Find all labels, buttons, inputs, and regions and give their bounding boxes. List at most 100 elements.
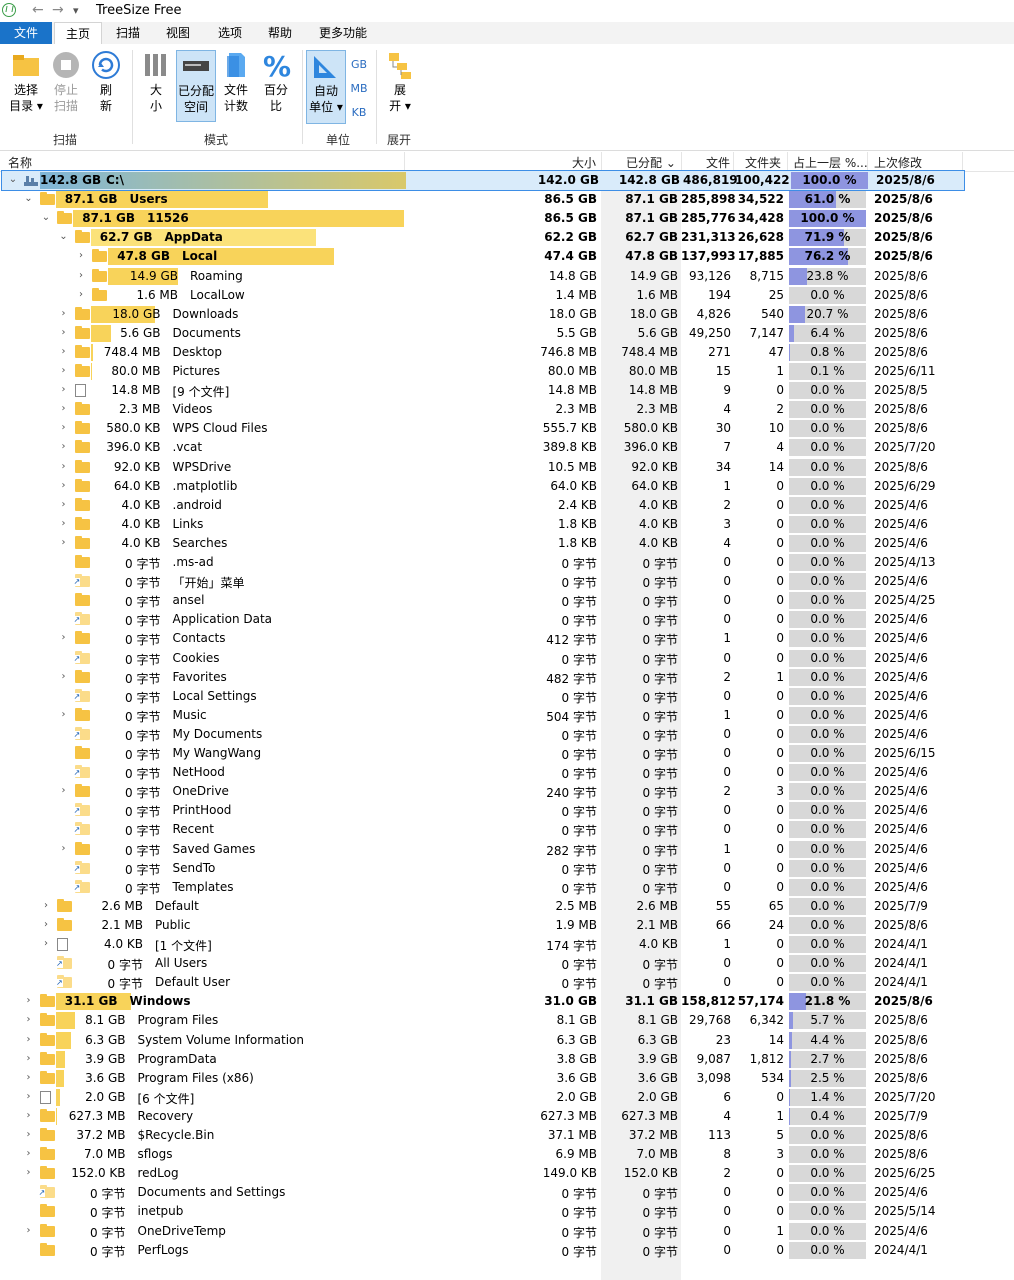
refresh-button[interactable]: 刷 新 bbox=[86, 50, 126, 114]
tree-row[interactable]: › 14.8 MB [9 个文件] 14.8 MB 14.8 MB 9 0 0.0 % 2025… bbox=[0, 381, 970, 400]
expand-chevron-icon[interactable]: › bbox=[59, 327, 69, 338]
tree-row[interactable]: › 47.8 GB Local 47.4 GB 47.8 GB 137,993 17,885… bbox=[0, 247, 970, 266]
expand-chevron-icon[interactable]: › bbox=[59, 709, 69, 720]
tree-row[interactable]: › 0 字节 Saved Games 282 字节 0 字节 1 0 0.0 % 2025/4/… bbox=[0, 840, 970, 859]
expand-chevron-icon[interactable]: › bbox=[59, 518, 69, 529]
tab-help[interactable]: 帮助 bbox=[258, 22, 302, 44]
collapse-chevron-icon[interactable]: ⌄ bbox=[59, 231, 69, 242]
tree-row[interactable]: 0 字节 inetpub 0 字节 0 字节 0 0 0.0 % 2025/5/14 bbox=[0, 1202, 970, 1221]
expand-chevron-icon[interactable]: › bbox=[24, 1110, 34, 1121]
expand-chevron-icon[interactable]: › bbox=[41, 938, 51, 949]
column-separator[interactable] bbox=[867, 152, 868, 171]
tree-row[interactable]: › 0 字节 Contacts 412 字节 0 字节 1 0 0.0 % 2025/4/6 bbox=[0, 629, 970, 648]
unit-gb-button[interactable]: GB bbox=[348, 58, 370, 71]
tree-row[interactable]: › 37.2 MB $Recycle.Bin 37.1 MB 37.2 MB 113 5 0.… bbox=[0, 1126, 970, 1145]
expand-chevron-icon[interactable]: › bbox=[24, 1072, 34, 1083]
expand-button[interactable]: 展 开 ▾ bbox=[380, 50, 420, 114]
expand-chevron-icon[interactable]: › bbox=[76, 250, 86, 261]
quick-access-dropdown-icon[interactable]: ▾ bbox=[73, 4, 79, 17]
expand-chevron-icon[interactable]: › bbox=[76, 270, 86, 281]
tree-row[interactable]: › 6.3 GB System Volume Information 6.3 GB 6.… bbox=[0, 1031, 970, 1050]
file-count-button[interactable]: 文件 计数 bbox=[216, 50, 256, 114]
column-folders-header[interactable]: 文件夹 bbox=[745, 154, 781, 171]
tab-options[interactable]: 选项 bbox=[208, 22, 252, 44]
column-separator[interactable] bbox=[404, 152, 405, 171]
tab-more-features[interactable]: 更多功能 bbox=[312, 22, 374, 44]
tree-row[interactable]: 0 字节 PerfLogs 0 字节 0 字节 0 0 0.0 % 2024/4/1 bbox=[0, 1241, 970, 1260]
expand-chevron-icon[interactable]: › bbox=[59, 843, 69, 854]
tree-row[interactable]: › 7.0 MB sflogs 6.9 MB 7.0 MB 8 3 0.0 % 2025/8/6 bbox=[0, 1145, 970, 1164]
size-mode-button[interactable]: 大 小 bbox=[136, 50, 176, 114]
column-modified-header[interactable]: 上次修改 bbox=[874, 154, 922, 171]
expand-chevron-icon[interactable]: › bbox=[24, 1167, 34, 1178]
tree-row[interactable]: › 4.0 KB .android 2.4 KB 4.0 KB 2 0 0.0 % 2025/4… bbox=[0, 496, 970, 515]
column-files-header[interactable]: 文件 bbox=[706, 154, 730, 171]
tab-scan[interactable]: 扫描 bbox=[106, 22, 150, 44]
expand-chevron-icon[interactable]: › bbox=[59, 441, 69, 452]
tab-view[interactable]: 视图 bbox=[156, 22, 200, 44]
tree-row[interactable]: ⌄ 62.7 GB AppData 62.2 GB 62.7 GB 231,313 26,6… bbox=[0, 228, 970, 247]
column-separator[interactable] bbox=[787, 152, 788, 171]
tree-row[interactable]: › 14.9 GB Roaming 14.8 GB 14.9 GB 93,126 8,715… bbox=[0, 267, 970, 286]
column-separator[interactable] bbox=[962, 152, 963, 171]
tree-row[interactable]: ⌄ 142.8 GB C:\ 142.0 GB 142.8 GB 486,819 100,4… bbox=[1, 170, 965, 191]
tree-row[interactable]: › 1.6 MB LocalLow 1.4 MB 1.6 MB 194 25 0.0 % 202… bbox=[0, 286, 970, 305]
tree-row[interactable]: › 0 字节 Favorites 482 字节 0 字节 2 1 0.0 % 2025/4/6 bbox=[0, 668, 970, 687]
tree-row[interactable]: 0 字节 My Documents 0 字节 0 字节 0 0 0.0 % 2025/4/6 bbox=[0, 725, 970, 744]
column-separator[interactable] bbox=[601, 152, 602, 171]
allocated-space-button[interactable]: 已分配 空间 bbox=[176, 50, 216, 122]
expand-chevron-icon[interactable]: › bbox=[24, 1129, 34, 1140]
tree-row[interactable]: › 2.3 MB Videos 2.3 MB 2.3 MB 4 2 0.0 % 2025/8/6 bbox=[0, 400, 970, 419]
expand-chevron-icon[interactable]: › bbox=[59, 308, 69, 319]
expand-chevron-icon[interactable]: › bbox=[59, 499, 69, 510]
tree-row[interactable]: › 0 字节 OneDrive 240 字节 0 字节 2 3 0.0 % 2025/4/6 bbox=[0, 782, 970, 801]
tree-row[interactable]: › 580.0 KB WPS Cloud Files 555.7 KB 580.0 KB… bbox=[0, 419, 970, 438]
tree-row[interactable]: › 3.6 GB Program Files (x86) 3.6 GB 3.6 GB 3,… bbox=[0, 1069, 970, 1088]
tree-row[interactable]: › 2.1 MB Public 1.9 MB 2.1 MB 66 24 0.0 % 2025/8… bbox=[0, 916, 970, 935]
tree-row[interactable]: 0 字节 All Users 0 字节 0 字节 0 0 0.0 % 2024/4/1 bbox=[0, 954, 970, 973]
expand-chevron-icon[interactable]: › bbox=[59, 461, 69, 472]
expand-chevron-icon[interactable]: › bbox=[24, 1014, 34, 1025]
expand-chevron-icon[interactable]: › bbox=[59, 785, 69, 796]
expand-chevron-icon[interactable]: › bbox=[76, 289, 86, 300]
expand-chevron-icon[interactable]: › bbox=[59, 422, 69, 433]
tree-row[interactable]: › 18.0 GB Downloads 18.0 GB 18.0 GB 4,826 540 2… bbox=[0, 305, 970, 324]
column-separator[interactable] bbox=[733, 152, 734, 171]
column-separator[interactable] bbox=[681, 152, 682, 171]
expand-chevron-icon[interactable]: › bbox=[24, 1053, 34, 1064]
tree-row[interactable]: 0 字节 PrintHood 0 字节 0 字节 0 0 0.0 % 2025/4/6 bbox=[0, 801, 970, 820]
tree-row[interactable]: 0 字节 Templates 0 字节 0 字节 0 0 0.0 % 2025/4/6 bbox=[0, 878, 970, 897]
expand-chevron-icon[interactable]: › bbox=[59, 384, 69, 395]
percent-button[interactable]: % 百分 比 bbox=[256, 50, 296, 114]
column-name-header[interactable]: 名称 bbox=[8, 154, 32, 171]
expand-chevron-icon[interactable]: › bbox=[59, 480, 69, 491]
tree-row[interactable]: ⌄ 87.1 GB Users 86.5 GB 87.1 GB 285,898 34,522… bbox=[0, 190, 970, 209]
tree-row[interactable]: 0 字节 Default User 0 字节 0 字节 0 0 0.0 % 2024/4/1 bbox=[0, 973, 970, 992]
tree-row[interactable]: 0 字节 Documents and Settings 0 字节 0 字节 0 0 0.0 … bbox=[0, 1183, 970, 1202]
tab-home[interactable]: 主页 bbox=[54, 22, 102, 44]
tree-row[interactable]: › 3.9 GB ProgramData 3.8 GB 3.9 GB 9,087 1,812… bbox=[0, 1050, 970, 1069]
tree-row[interactable]: 0 字节 Local Settings 0 字节 0 字节 0 0 0.0 % 2025/4/… bbox=[0, 687, 970, 706]
back-arrow-icon[interactable]: ← bbox=[32, 2, 44, 18]
stop-scan-button[interactable]: 停止 扫描 bbox=[46, 50, 86, 114]
tree-row[interactable]: 0 字节「开始」菜单0 字节0 字节000.0 %2025/4/6 bbox=[0, 572, 970, 591]
expand-chevron-icon[interactable]: › bbox=[24, 1148, 34, 1159]
expand-chevron-icon[interactable]: › bbox=[59, 403, 69, 414]
expand-chevron-icon[interactable]: › bbox=[24, 1091, 34, 1102]
tree-row[interactable]: › 0 字节 OneDriveTemp 0 字节 0 字节 0 1 0.0 % 2025/4/6 bbox=[0, 1222, 970, 1241]
tree-row[interactable]: › 4.0 KB Links 1.8 KB 4.0 KB 3 0 0.0 % 2025/4/6 bbox=[0, 515, 970, 534]
auto-unit-button[interactable]: 自动 单位 ▾ bbox=[306, 50, 346, 124]
expand-chevron-icon[interactable]: › bbox=[59, 537, 69, 548]
column-size-header[interactable]: 大小 bbox=[572, 154, 596, 171]
expand-chevron-icon[interactable]: › bbox=[59, 632, 69, 643]
expand-chevron-icon[interactable]: › bbox=[24, 1225, 34, 1236]
tree-row[interactable]: › 2.0 GB [6 个文件] 2.0 GB 2.0 GB 6 0 1.4 % 2025/7/… bbox=[0, 1088, 970, 1107]
tree-row[interactable]: › 92.0 KB WPSDrive 10.5 MB 92.0 KB 34 14 0.0 % 2… bbox=[0, 458, 970, 477]
tree-row[interactable]: › 8.1 GB Program Files 8.1 GB 8.1 GB 29,768 6,… bbox=[0, 1011, 970, 1030]
tree-row[interactable]: › 80.0 MB Pictures 80.0 MB 80.0 MB 15 1 0.1 % 20… bbox=[0, 362, 970, 381]
forward-arrow-icon[interactable]: → bbox=[52, 2, 64, 18]
tree-row[interactable]: › 0 字节 Music 504 字节 0 字节 1 0 0.0 % 2025/4/6 bbox=[0, 706, 970, 725]
tree-row[interactable]: ⌄ 87.1 GB 11526 86.5 GB 87.1 GB 285,776 34,428… bbox=[0, 209, 970, 228]
tree-row[interactable]: › 64.0 KB .matplotlib 64.0 KB 64.0 KB 1 0 0.0 %… bbox=[0, 477, 970, 496]
tree-row[interactable]: 0 字节 Recent 0 字节 0 字节 0 0 0.0 % 2025/4/6 bbox=[0, 820, 970, 839]
